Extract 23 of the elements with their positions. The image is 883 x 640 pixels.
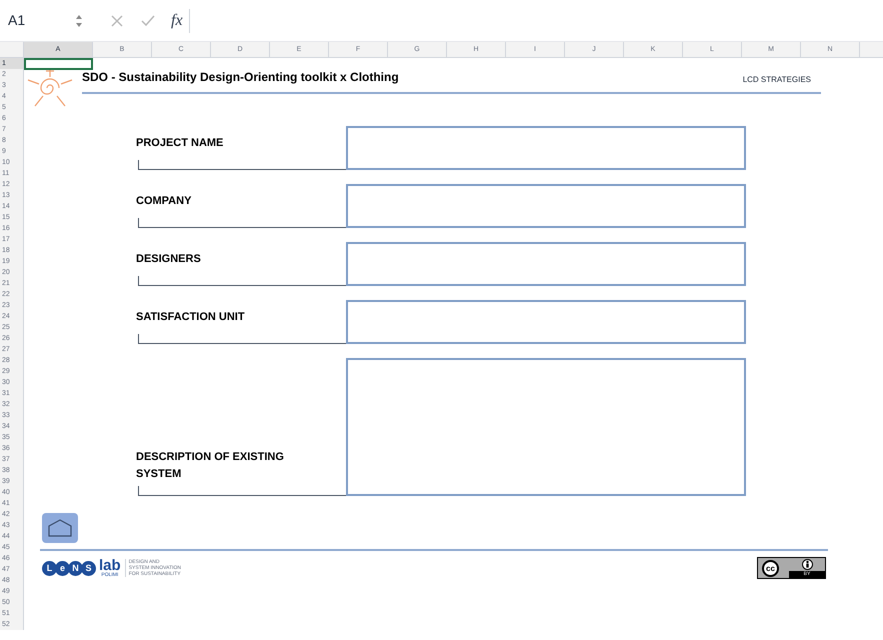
input-field[interactable] bbox=[346, 184, 746, 228]
field-label: DESIGNERS bbox=[136, 252, 202, 267]
field-label: SATISFACTION UNIT bbox=[136, 310, 246, 325]
spiral-logo-icon bbox=[25, 68, 75, 108]
sheet-title: SDO - Sustainability Design-Orienting toolkit x Clothing bbox=[82, 69, 399, 86]
function-button[interactable]: fx bbox=[171, 8, 190, 32]
selected-cell[interactable] bbox=[24, 58, 93, 70]
input-field[interactable] bbox=[346, 358, 746, 496]
field-label: DESCRIPTION OF EXISTING SYSTEM bbox=[136, 450, 285, 482]
input-field[interactable] bbox=[346, 300, 746, 344]
field-label: PROJECT NAME bbox=[136, 136, 224, 151]
input-field[interactable] bbox=[346, 126, 746, 170]
section-label: LCD STRATEGIES bbox=[742, 74, 811, 86]
spinner-icon[interactable] bbox=[75, 14, 83, 28]
field-label: COMPANY bbox=[136, 194, 192, 209]
lens-logo: L e N S bbox=[42, 560, 94, 576]
cell-reference-field[interactable]: A1 bbox=[0, 10, 75, 31]
house-icon bbox=[48, 519, 72, 537]
check-icon[interactable] bbox=[141, 14, 155, 26]
cancel-icon[interactable] bbox=[111, 14, 123, 26]
logo-lab-text: lab bbox=[99, 558, 121, 572]
home-button[interactable] bbox=[42, 513, 78, 543]
input-field[interactable] bbox=[346, 242, 746, 286]
